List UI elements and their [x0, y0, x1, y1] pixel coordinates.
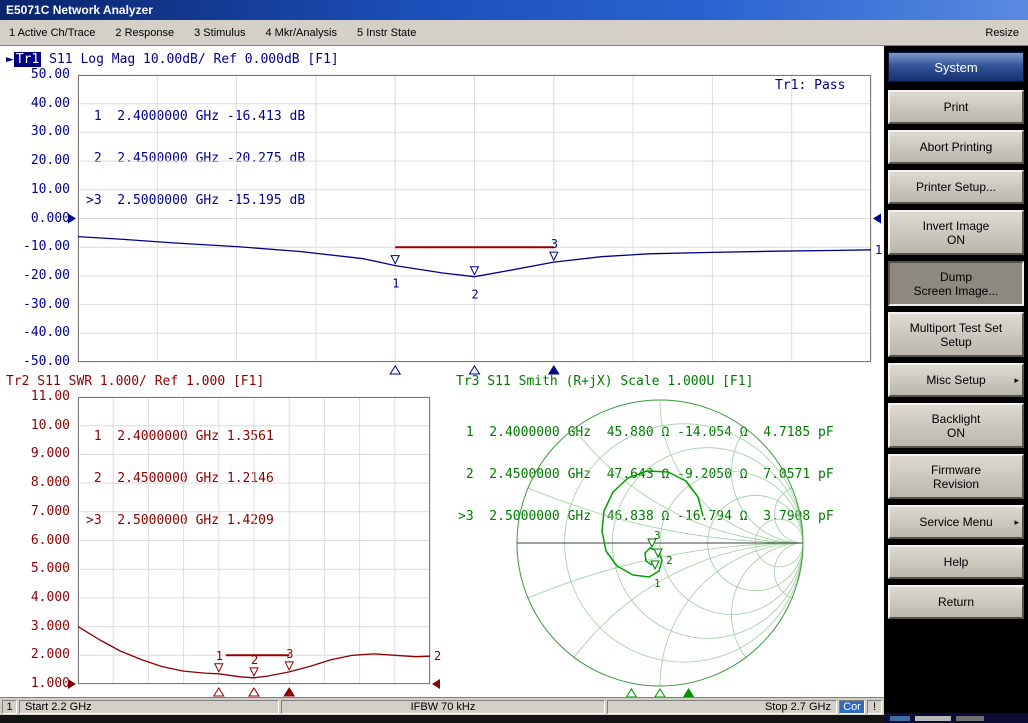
tr3-smith-chart: 321 [455, 392, 884, 697]
softkey-label: Firmware [890, 463, 1022, 477]
svg-text:3: 3 [654, 529, 661, 542]
status-alert-indicator: ! [867, 700, 882, 714]
y-axis-label: 4.000 [8, 590, 70, 606]
y-axis-label: -30.00 [8, 297, 70, 313]
y-axis-label: -40.00 [8, 325, 70, 341]
svg-text:1: 1 [392, 277, 399, 291]
y-axis-label: 10.00 [8, 418, 70, 434]
svg-text:1: 1 [654, 577, 661, 590]
svg-text:2: 2 [666, 554, 673, 567]
y-axis-label: 1.000 [8, 676, 70, 692]
y-axis-label: 50.00 [8, 67, 70, 83]
softkey-misc-setup[interactable]: Misc Setup▸ [888, 363, 1024, 397]
menu-instr-state[interactable]: 5 Instr State [357, 27, 416, 39]
y-axis-label: 8.000 [8, 475, 70, 491]
softkey-menu-title: System [888, 52, 1024, 82]
menu-bar: 1 Active Ch/Trace 2 Response 3 Stimulus … [0, 20, 1028, 46]
softkey-dump-screen-image[interactable]: DumpScreen Image... [888, 261, 1024, 306]
softkey-label: Help [890, 555, 1022, 569]
y-axis-label: 10.00 [8, 182, 70, 198]
softkey-firmware-revision[interactable]: FirmwareRevision [888, 454, 1024, 499]
y-axis-label: 40.00 [8, 96, 70, 112]
y-axis-label: 9.000 [8, 446, 70, 462]
display-area: ►Tr1 S11 Log Mag 10.00dB/ Ref 0.000dB [F… [0, 46, 884, 697]
tr1-badge: Tr1 [14, 52, 41, 67]
y-axis-label: 0.000 [8, 211, 70, 227]
svg-text:2: 2 [472, 288, 479, 302]
y-axis-label: 20.00 [8, 153, 70, 169]
y-axis-label: 30.00 [8, 124, 70, 140]
active-channel-indicator: 1 [2, 700, 17, 714]
svg-text:2: 2 [251, 653, 258, 667]
tr1-header-text: S11 Log Mag 10.00dB/ Ref 0.000dB [F1] [41, 52, 338, 67]
svg-text:1: 1 [875, 243, 882, 257]
y-axis-label: -50.00 [8, 354, 70, 370]
softkey-abort-printing[interactable]: Abort Printing [888, 130, 1024, 164]
softkey-print[interactable]: Print [888, 90, 1024, 124]
softkey-label: Backlight [890, 412, 1022, 426]
softkey-label: Dump [890, 270, 1022, 284]
taskbar-fragment-block [915, 716, 951, 721]
tr1-plot: 1231 [78, 75, 871, 362]
softkey-label: ON [890, 426, 1022, 440]
softkey-invert-image[interactable]: Invert ImageON [888, 210, 1024, 255]
tr1-header: ►Tr1 S11 Log Mag 10.00dB/ Ref 0.000dB [F… [6, 52, 339, 67]
y-axis-label: 7.000 [8, 504, 70, 520]
menu-mkr-analysis[interactable]: 4 Mkr/Analysis [265, 27, 337, 39]
svg-text:3: 3 [551, 237, 558, 251]
softkey-label: Printer Setup... [890, 180, 1022, 194]
window-title: E5071C Network Analyzer [6, 3, 153, 17]
softkey-service-menu[interactable]: Service Menu▸ [888, 505, 1024, 539]
y-axis-label: 6.000 [8, 533, 70, 549]
softkey-help[interactable]: Help [888, 545, 1024, 579]
softkey-return[interactable]: Return [888, 585, 1024, 619]
softkey-label: Return [890, 595, 1022, 609]
svg-text:2: 2 [434, 649, 441, 663]
y-axis-label: 2.000 [8, 647, 70, 663]
svg-text:3: 3 [286, 647, 293, 661]
menu-resize[interactable]: Resize [985, 27, 1019, 39]
submenu-arrow-icon: ▸ [1014, 515, 1019, 529]
svg-text:1: 1 [216, 649, 223, 663]
menu-stimulus[interactable]: 3 Stimulus [194, 27, 245, 39]
submenu-arrow-icon: ▸ [1014, 373, 1019, 387]
softkey-label: Service Menu [890, 515, 1022, 529]
softkey-label: Abort Printing [890, 140, 1022, 154]
tr3-header: Tr3 S11 Smith (R+jX) Scale 1.000U [F1] [456, 374, 753, 389]
y-axis-label: 11.00 [8, 389, 70, 405]
softkey-label: Invert Image [890, 219, 1022, 233]
y-axis-label: 5.000 [8, 561, 70, 577]
tr2-header: Tr2 S11 SWR 1.000/ Ref 1.000 [F1] [6, 374, 264, 389]
softkey-label: Multiport Test Set [890, 321, 1022, 335]
status-bar: 1 Start 2.2 GHz IFBW 70 kHz Stop 2.7 GHz… [0, 697, 884, 715]
y-axis-label: -20.00 [8, 268, 70, 284]
y-axis-label: -10.00 [8, 239, 70, 255]
tr2-plot: 1232 [78, 397, 430, 684]
y-axis-label: 3.000 [8, 619, 70, 635]
softkey-menu: System Print Abort Printing Printer Setup.… [884, 46, 1028, 723]
softkey-label: Setup [890, 335, 1022, 349]
active-trace-arrow-icon: ► [6, 52, 14, 67]
softkey-label: Revision [890, 477, 1022, 491]
taskbar-fragment-block [956, 716, 984, 721]
softkey-label: Screen Image... [890, 284, 1022, 298]
taskbar-fragment [884, 713, 1028, 723]
status-start-frequency: Start 2.2 GHz [19, 700, 279, 714]
status-correction-indicator: Cor [839, 700, 865, 714]
taskbar-fragment-block [890, 716, 910, 721]
menu-active-ch-trace[interactable]: 1 Active Ch/Trace [9, 27, 95, 39]
softkey-printer-setup[interactable]: Printer Setup... [888, 170, 1024, 204]
title-bar[interactable]: E5071C Network Analyzer [0, 0, 1028, 20]
bottom-edge [0, 715, 884, 723]
status-stop-frequency: Stop 2.7 GHz [607, 700, 837, 714]
menu-response[interactable]: 2 Response [115, 27, 174, 39]
status-ifbw: IFBW 70 kHz [281, 700, 605, 714]
softkey-backlight[interactable]: BacklightON [888, 403, 1024, 448]
softkey-multiport-test-set-setup[interactable]: Multiport Test SetSetup [888, 312, 1024, 357]
softkey-label: ON [890, 233, 1022, 247]
softkey-label: Misc Setup [890, 373, 1022, 387]
softkey-label: Print [890, 100, 1022, 114]
softkey-button-list: Print Abort Printing Printer Setup... Inver… [884, 90, 1028, 619]
